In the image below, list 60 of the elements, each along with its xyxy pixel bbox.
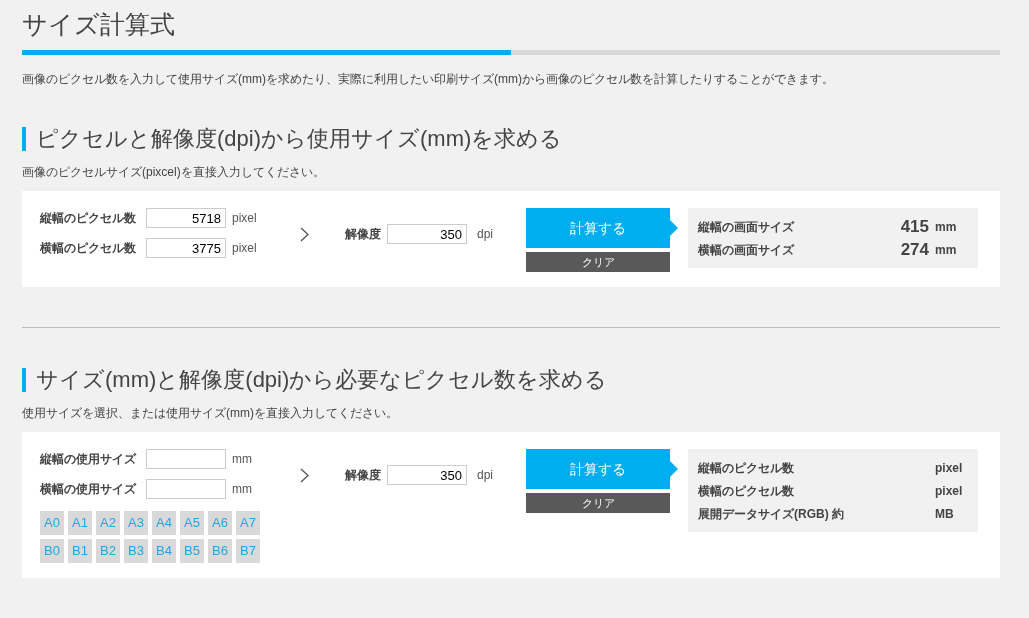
paper-size-button[interactable]: A3 xyxy=(124,511,148,535)
resolution-input[interactable]: 350 xyxy=(387,465,467,485)
section-note: 画像のピクセルサイズ(pixcel)を直接入力してください。 xyxy=(22,165,326,180)
unit-label: mm xyxy=(232,451,252,468)
unit-label: mm xyxy=(232,481,252,498)
unit-label: mm xyxy=(935,218,958,236)
result-label: 展開データサイズ(RGB) 約 xyxy=(698,505,845,523)
calculate-button[interactable]: 計算する xyxy=(526,208,678,248)
chevron-right-icon xyxy=(300,226,309,242)
paper-size-button[interactable]: B7 xyxy=(236,539,260,563)
number-input[interactable] xyxy=(146,479,226,499)
unit-label: pixel xyxy=(232,210,257,227)
calculate-button[interactable]: 計算する xyxy=(526,449,678,489)
page-title: サイズ計算式 xyxy=(22,9,176,40)
field-label: 横幅の使用サイズ xyxy=(40,481,138,498)
field-label: 縦幅のピクセル数 xyxy=(40,210,137,227)
number-input[interactable]: 3775 xyxy=(146,238,226,258)
paper-size-button[interactable]: B0 xyxy=(40,539,64,563)
paper-size-button[interactable]: A1 xyxy=(68,511,92,535)
number-input[interactable]: 5718 xyxy=(146,208,226,228)
section-heading: ピクセルと解像度(dpi)から使用サイズ(mm)を求める xyxy=(36,125,563,153)
section-note: 使用サイズを選択、または使用サイズ(mm)を直接入力してください。 xyxy=(22,406,399,421)
number-input[interactable] xyxy=(146,449,226,469)
paper-size-button[interactable]: B4 xyxy=(152,539,176,563)
unit-label: dpi xyxy=(477,226,493,243)
result-label: 縦幅の画面サイズ xyxy=(698,218,796,236)
section-heading: サイズ(mm)と解像度(dpi)から必要なピクセル数を求める xyxy=(36,366,608,394)
chevron-right-icon xyxy=(300,467,309,483)
page-description: 画像のピクセル数を入力して使用サイズ(mm)を求めたり、実際に利用したい印刷サイズ(mm)から画像のピクセル数を計算したりすることができます。 xyxy=(22,72,835,87)
unit-label: MB xyxy=(935,505,955,523)
result-label: 横幅の画面サイズ xyxy=(698,241,796,259)
paper-size-button[interactable]: B6 xyxy=(208,539,232,563)
field-label: 横幅のピクセル数 xyxy=(40,240,137,257)
field-label: 縦幅の使用サイズ xyxy=(40,451,138,468)
field-label: 解像度 xyxy=(345,226,382,243)
paper-size-button[interactable]: A2 xyxy=(96,511,120,535)
result-value: 415 xyxy=(900,215,929,238)
paper-size-button[interactable]: B2 xyxy=(96,539,120,563)
unit-label: pixel xyxy=(232,240,257,257)
unit-label: pixel xyxy=(935,459,964,477)
clear-button[interactable]: クリア xyxy=(526,252,670,272)
field-label: 解像度 xyxy=(345,467,382,484)
paper-size-button[interactable]: A0 xyxy=(40,511,64,535)
unit-label: pixel xyxy=(935,482,964,500)
heading-accent xyxy=(22,127,26,151)
paper-size-button[interactable]: B1 xyxy=(68,539,92,563)
result-value: 274 xyxy=(900,238,929,261)
paper-size-button[interactable]: A7 xyxy=(236,511,260,535)
paper-size-button[interactable]: A5 xyxy=(180,511,204,535)
heading-accent xyxy=(22,368,26,392)
paper-size-button[interactable]: A6 xyxy=(208,511,232,535)
result-label: 縦幅のピクセル数 xyxy=(698,459,795,477)
resolution-input[interactable]: 350 xyxy=(387,224,467,244)
unit-label: mm xyxy=(935,241,958,259)
clear-button[interactable]: クリア xyxy=(526,493,670,513)
paper-size-button[interactable]: B3 xyxy=(124,539,148,563)
result-label: 横幅のピクセル数 xyxy=(698,482,795,500)
unit-label: dpi xyxy=(477,467,493,484)
paper-size-button[interactable]: A4 xyxy=(152,511,176,535)
paper-size-button[interactable]: B5 xyxy=(180,539,204,563)
